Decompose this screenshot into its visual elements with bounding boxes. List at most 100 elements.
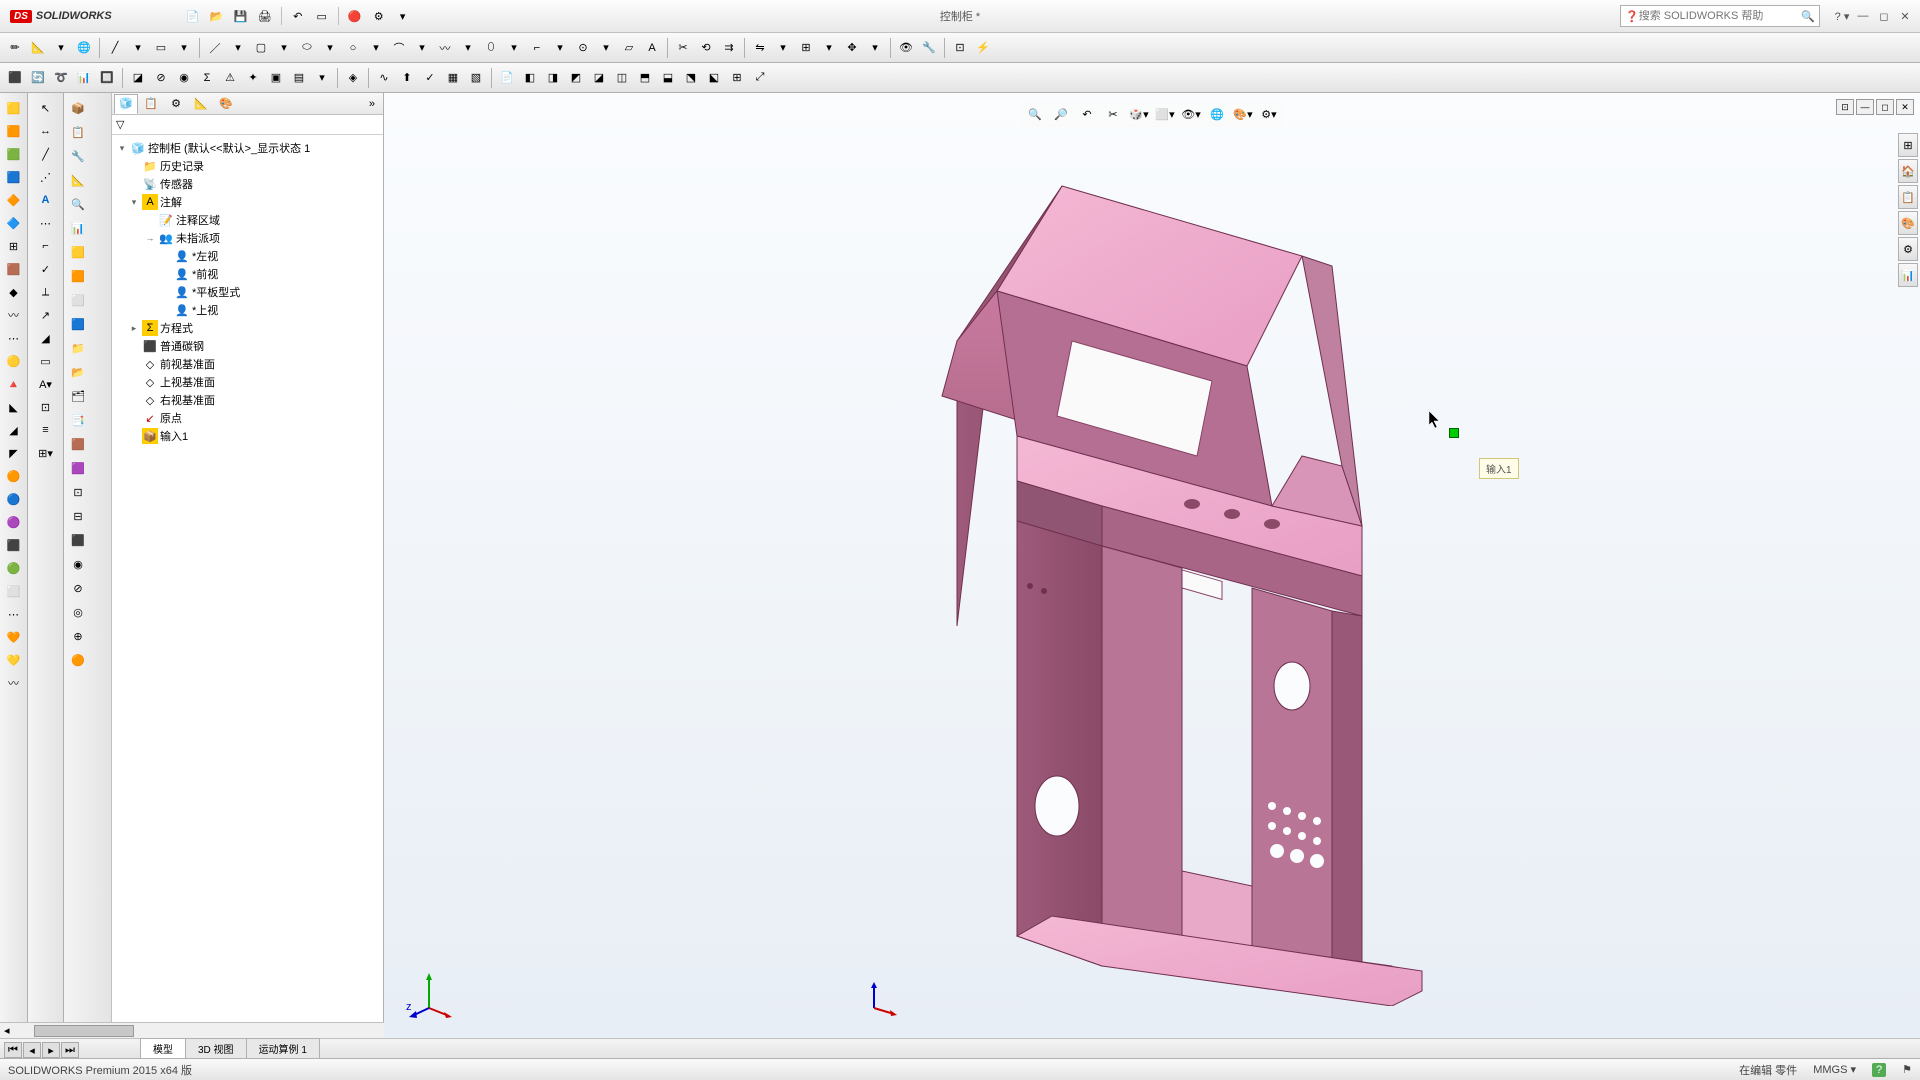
sigma-icon[interactable]: Σ: [196, 67, 218, 89]
tree-flat-pattern[interactable]: 👤*平板型式: [112, 283, 383, 301]
tool-icon[interactable]: ⊡: [66, 481, 90, 503]
mirror-icon[interactable]: ⇋: [749, 37, 771, 59]
tool-icon[interactable]: 🟨: [66, 241, 90, 263]
tree-equations[interactable]: ▸Σ方程式: [112, 319, 383, 337]
vp-restore-icon[interactable]: ⊡: [1836, 99, 1854, 115]
tree-history[interactable]: 📁历史记录: [112, 157, 383, 175]
search-icon[interactable]: 🔍: [1801, 10, 1815, 23]
instant3d-icon[interactable]: ⬆: [396, 67, 418, 89]
line-tool-icon[interactable]: ／: [204, 37, 226, 59]
options-icon[interactable]: ⚙: [368, 5, 390, 27]
tool-icon[interactable]: ⊡: [34, 396, 58, 418]
rectangle-icon[interactable]: ▢: [250, 37, 272, 59]
dropdown-icon[interactable]: ⋯: [34, 212, 58, 234]
tool-icon[interactable]: 〰: [2, 304, 26, 326]
forming-tool-icon[interactable]: ⬕: [703, 67, 725, 89]
zoom-area-icon[interactable]: 🔎: [1049, 103, 1073, 125]
dropdown-icon[interactable]: ▾: [311, 67, 333, 89]
select-icon[interactable]: ▭: [311, 5, 333, 27]
tool-icon[interactable]: ⬜: [2, 580, 26, 602]
save-icon[interactable]: 💾: [230, 5, 252, 27]
tool-icon[interactable]: ⬛: [2, 534, 26, 556]
smart-dim-icon[interactable]: 📐: [27, 37, 49, 59]
base-flange-icon[interactable]: ◧: [519, 67, 541, 89]
dropdown-icon[interactable]: ▾: [227, 37, 249, 59]
vp-minimize-icon[interactable]: —: [1856, 99, 1874, 115]
vp-maximize-icon[interactable]: ◻: [1876, 99, 1894, 115]
tree-top-plane[interactable]: ◇上视基准面: [112, 373, 383, 391]
rebuild-icon[interactable]: 🔴: [344, 5, 366, 27]
loft-icon[interactable]: 📊: [73, 67, 95, 89]
tree-front-plane[interactable]: ◇前视基准面: [112, 355, 383, 373]
view-orient-icon[interactable]: 🎲▾: [1127, 103, 1151, 125]
corner-rect-icon[interactable]: ▭: [150, 37, 172, 59]
curves-icon[interactable]: ∿: [373, 67, 395, 89]
spline-icon[interactable]: 〰: [434, 37, 456, 59]
tool-icon[interactable]: 🟡: [2, 350, 26, 372]
unfold-icon[interactable]: ⤢: [749, 67, 771, 89]
view-settings-icon[interactable]: ⚙▾: [1257, 103, 1281, 125]
tool-icon[interactable]: ◤: [2, 442, 26, 464]
collapse-icon[interactable]: »: [363, 98, 381, 110]
tool-icon[interactable]: 🟦: [2, 166, 26, 188]
tree-root[interactable]: ▾🧊控制柜 (默认<<默认>_显示状态 1: [112, 139, 383, 157]
dropdown-icon[interactable]: ▾: [50, 37, 72, 59]
tool-icon[interactable]: ◢: [2, 419, 26, 441]
dropdown-icon[interactable]: ▾: [457, 37, 479, 59]
tab-nav-icon[interactable]: ▸: [42, 1042, 60, 1058]
corner-icon[interactable]: ⬔: [680, 67, 702, 89]
feature-icon[interactable]: ▧: [465, 67, 487, 89]
tool-icon[interactable]: 📂: [66, 361, 90, 383]
tool-icon[interactable]: 🟠: [66, 649, 90, 671]
sketched-bend-icon[interactable]: ⬒: [634, 67, 656, 89]
dropdown-icon[interactable]: ▾: [392, 5, 414, 27]
sketch-icon[interactable]: ✏: [4, 37, 26, 59]
repair-icon[interactable]: 🔧: [918, 37, 940, 59]
tab-nav-icon[interactable]: ◂: [23, 1042, 41, 1058]
tree-ann-area[interactable]: 📝注释区域: [112, 211, 383, 229]
tool-icon[interactable]: 🟪: [66, 457, 90, 479]
undo-icon[interactable]: ↶: [287, 5, 309, 27]
centerline-icon[interactable]: ⋰: [34, 166, 58, 188]
vent-icon[interactable]: ⊞: [726, 67, 748, 89]
tool-icon[interactable]: ◉: [66, 553, 90, 575]
offset-icon[interactable]: ⇉: [718, 37, 740, 59]
dropdown-icon[interactable]: ▾: [127, 37, 149, 59]
tree-list[interactable]: ▾🧊控制柜 (默认<<默认>_显示状态 1 📁历史记录 📡传感器 ▾A注解 📝注…: [112, 135, 383, 1038]
tool-icon[interactable]: 🔧: [66, 145, 90, 167]
tree-import1[interactable]: 📦输入1: [112, 427, 383, 445]
feature-icon[interactable]: ▤: [288, 67, 310, 89]
tree-sensors[interactable]: 📡传感器: [112, 175, 383, 193]
fm-tab-config[interactable]: ⚙: [164, 94, 188, 114]
sweep-icon[interactable]: ➰: [50, 67, 72, 89]
dropdown-icon[interactable]: ▾: [173, 37, 195, 59]
selection-handle[interactable]: [1449, 428, 1459, 438]
dropdown-icon[interactable]: ▾: [864, 37, 886, 59]
tool-icon[interactable]: 🟫: [2, 258, 26, 280]
tool-icon[interactable]: 📁: [66, 337, 90, 359]
help-search[interactable]: ❓ 🔍: [1620, 5, 1820, 27]
sheetmetal-icon[interactable]: 📄: [496, 67, 518, 89]
tool-icon[interactable]: ⬜: [66, 289, 90, 311]
tool-icon[interactable]: 〰: [2, 672, 26, 694]
tree-top-view[interactable]: 👤*上视: [112, 301, 383, 319]
tool-icon[interactable]: ⬛: [66, 529, 90, 551]
rapid-sketch-icon[interactable]: ⚡: [972, 37, 994, 59]
ellipse-icon[interactable]: ⬯: [480, 37, 502, 59]
tool-icon[interactable]: 🟠: [2, 465, 26, 487]
dropdown-icon[interactable]: ▾: [411, 37, 433, 59]
line-icon[interactable]: ╱: [104, 37, 126, 59]
fm-tab-dimxpert[interactable]: 📐: [189, 94, 213, 114]
dropdown-icon[interactable]: ▾: [595, 37, 617, 59]
filter-bar[interactable]: ▽: [112, 115, 383, 135]
tool-icon[interactable]: 🟣: [2, 511, 26, 533]
tool-icon[interactable]: 🔵: [2, 488, 26, 510]
tool-icon[interactable]: 📊: [66, 217, 90, 239]
tool-icon[interactable]: 📐: [66, 169, 90, 191]
edge-flange-icon[interactable]: ◨: [542, 67, 564, 89]
minimize-icon[interactable]: —: [1854, 8, 1872, 24]
pattern-icon[interactable]: ⊞: [795, 37, 817, 59]
appearance-icon[interactable]: 🌐: [1205, 103, 1229, 125]
tool-icon[interactable]: ⟂: [34, 281, 58, 303]
select-icon[interactable]: ↖: [34, 97, 58, 119]
